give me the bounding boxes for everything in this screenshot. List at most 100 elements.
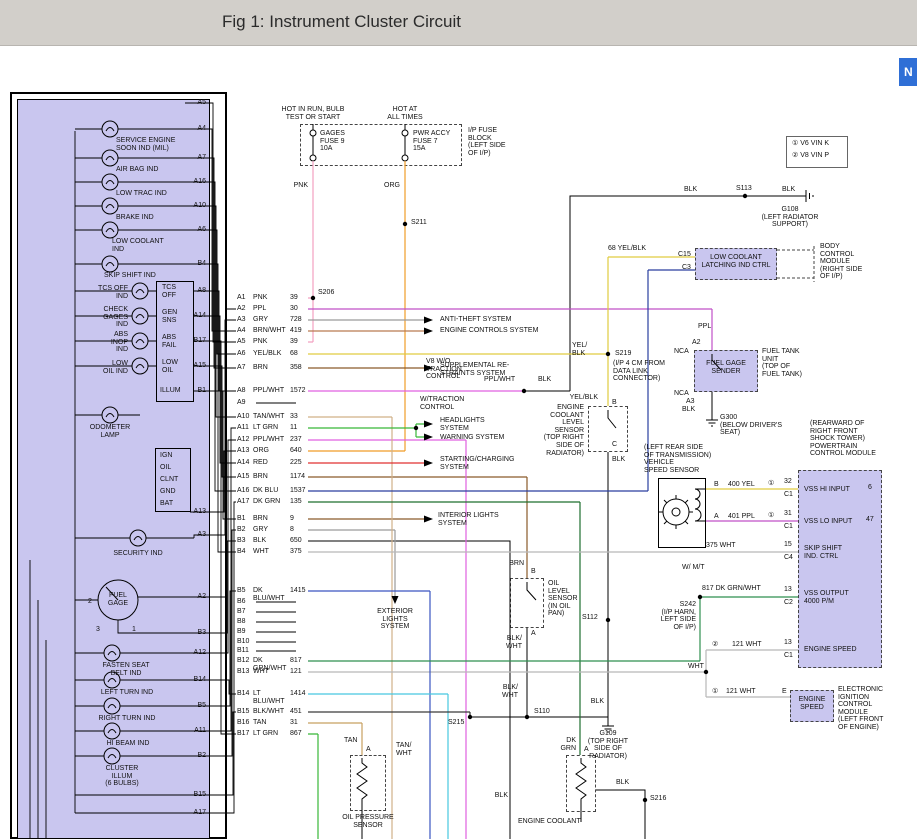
edge-pin: A14 (186, 312, 206, 320)
figure-header: Fig 1: Instrument Cluster Circuit (0, 0, 917, 46)
oil-pressure-pin-a: A (366, 746, 371, 754)
row-wire-color: BRN (253, 473, 290, 481)
vin-legend-v6: ① V6 VIN K (792, 140, 829, 148)
edge-pin: A11 (186, 727, 206, 735)
row-pin: A3 (237, 316, 253, 324)
connector-row: A4BRN/WHT419 (237, 327, 302, 335)
row-circuit: 867 (290, 730, 302, 738)
coolant-sensor-blk-label: BLK (612, 456, 625, 464)
engine-speed-wire-label-2: 121 WHT (726, 688, 756, 696)
connector-row: B2GRY8 (237, 526, 294, 534)
row-pin: B14 (237, 690, 253, 706)
starting-charging-system-label: STARTING/CHARGING SYSTEM (440, 456, 514, 471)
edge-pin: B3 (186, 629, 206, 637)
connector-row: B13WHT121 (237, 668, 302, 676)
pcm-conn-c4: C4 (784, 554, 793, 562)
vss-hi-variant-mark: ① (768, 480, 774, 488)
yelblk-vertical-label: YEL/ BLK (572, 342, 587, 357)
hot-in-run-label: HOT IN RUN, BULB TEST OR START (263, 106, 363, 121)
yelblk-wire-label: YEL/BLK (550, 394, 598, 402)
coolant-temp-pin-a: A (584, 746, 589, 754)
row-circuit: 650 (290, 537, 302, 545)
edge-pin: A6 (186, 226, 206, 234)
s216-label: S216 (650, 795, 666, 803)
row-pin: A2 (237, 305, 253, 313)
terminal-clnt: CLNT (160, 476, 178, 484)
org-label: ORG (376, 182, 400, 190)
s113-label: S113 (736, 185, 752, 193)
row-circuit: 68 (290, 350, 298, 358)
terminal-oil: OIL (160, 464, 171, 472)
row-wire-color (253, 399, 290, 407)
blk-right-label: BLK (782, 186, 795, 194)
terminal-gnd: GND (160, 488, 176, 496)
row-circuit: 451 (290, 708, 302, 716)
pcm-location-label: (REARWARD OF RIGHT FRONT SHOCK TOWER) PO… (810, 420, 880, 458)
connector-row: A7BRN358 (237, 364, 302, 372)
row-wire-color: LT GRN (253, 730, 290, 738)
fuel-pin-1: 1 (132, 626, 136, 634)
connector-row: A14RED225 (237, 459, 302, 467)
edge-pin: A8 (186, 287, 206, 295)
tcs-off-indicator-label: TCS OFF IND (88, 285, 128, 300)
row-pin: A7 (237, 364, 253, 372)
pplwht-wire-label: PPL/WHT (484, 376, 515, 384)
wht-wire-label: WHT (688, 663, 704, 671)
pcm-conn-c2: C2 (784, 599, 793, 607)
row-pin: A9 (237, 399, 253, 407)
fuel-gage-label: FUEL GAGE (106, 592, 130, 607)
odometer-lamp-label: ODOMETER LAMP (85, 424, 135, 439)
row-pin: A15 (237, 473, 253, 481)
edge-pin: A17 (186, 809, 206, 817)
row-pin: B4 (237, 548, 253, 556)
row-circuit: 30 (290, 305, 298, 313)
pcm-conn-c1-b: C1 (784, 523, 793, 531)
row-wire-color: GRY (253, 526, 290, 534)
fuse9-label: GAGES FUSE 9 10A (320, 130, 345, 153)
sender-nca-top: NCA (674, 348, 689, 356)
next-button[interactable]: N (899, 58, 917, 86)
row-pin: A11 (237, 424, 253, 432)
engine-coolant-sensor-label: ENGINE COOLANT (518, 818, 581, 826)
row-pin: B7 (237, 608, 253, 616)
vehicle-speed-sensor-box (658, 478, 706, 548)
row-pin: A12 (237, 436, 253, 444)
row-circuit: 1415 (290, 587, 306, 603)
cluster-illum-label: CLUSTER ILLUM (6 BULBS) (92, 765, 152, 788)
fuel-pin-3: 3 (96, 626, 100, 634)
low-oil-indicator-label: LOW OIL IND (92, 360, 128, 375)
gry-wires (308, 320, 424, 596)
row-circuit: 39 (290, 338, 298, 346)
bcm-pin-c15: C15 (678, 251, 691, 259)
figure-title: Fig 1: Instrument Cluster Circuit (222, 12, 461, 32)
row-circuit: 8 (290, 526, 294, 534)
row-circuit: 39 (290, 294, 298, 302)
sender-pin-a3: A3 (686, 398, 695, 406)
edge-pin: A13 (186, 508, 206, 516)
sender-pin-a2: A2 (692, 339, 701, 347)
row-wire-color: PPL (253, 305, 290, 313)
blkwht-wires (308, 712, 470, 717)
tan-wire-label: TAN (344, 737, 357, 745)
security-indicator-label: SECURITY IND (100, 550, 176, 558)
row-pin: B1 (237, 515, 253, 523)
pnk-wires (308, 161, 313, 342)
driver-box-tcs-off: TCS OFF (162, 284, 176, 299)
vss-location-label: (LEFT REAR SIDE OF TRANSMISSION) VEHICLE… (644, 444, 724, 474)
exterior-lights-system-label: EXTERIOR LIGHTS SYSTEM (372, 608, 418, 631)
row-wire-color: BRN/WHT (253, 327, 290, 335)
ei-module-label: ELECTRONIC IGNITION CONTROL MODULE (LEFT… (838, 686, 883, 732)
row-pin: A13 (237, 447, 253, 455)
row-pin: A16 (237, 487, 253, 495)
blk-s216-label: BLK (616, 779, 629, 787)
s211-label: S211 (411, 219, 427, 227)
blk-left-label: BLK (684, 186, 697, 194)
yel68-wire-label: 68 YEL/BLK (608, 245, 646, 253)
abs-inop-indicator-label: ABS INOP IND (96, 331, 128, 354)
edge-pin: B1 (186, 387, 206, 395)
pcm-vss-lo-input: VSS LO INPUT (804, 518, 852, 526)
pcm-conn-c1-a: C1 (784, 491, 793, 499)
pcm-conn-c1-c: C1 (784, 652, 793, 660)
edge-pin: A2 (186, 593, 206, 601)
row-circuit: 728 (290, 316, 302, 324)
